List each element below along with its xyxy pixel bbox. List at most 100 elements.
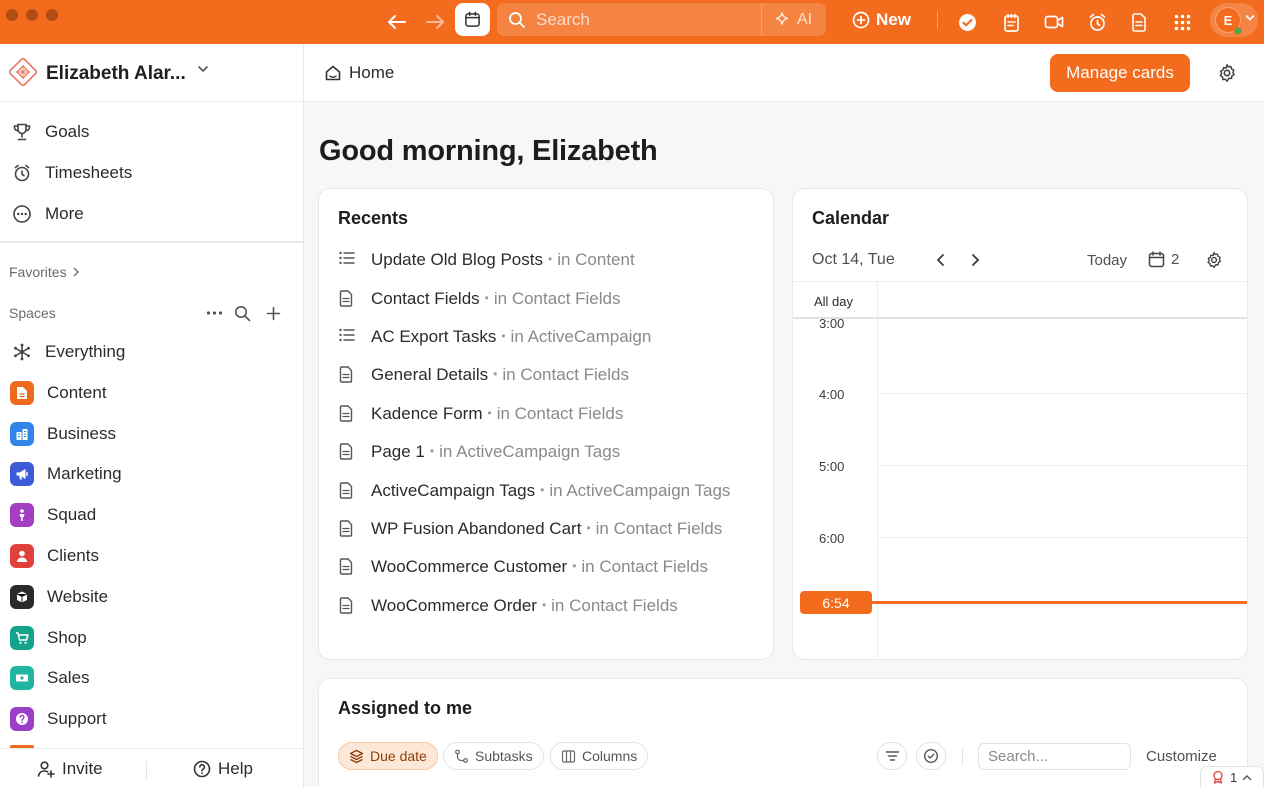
space-item-website[interactable]: Website <box>0 577 303 615</box>
chevron-right-icon[interactable] <box>969 253 981 267</box>
recent-item-text: AC Export Tasks • in ActiveCampaign <box>371 327 651 347</box>
gear-icon[interactable] <box>1205 251 1223 269</box>
back-arrow-icon[interactable] <box>383 8 411 36</box>
gear-icon[interactable] <box>1217 63 1237 83</box>
recent-item[interactable]: WooCommerce Customer • in Contact Fields <box>337 552 757 582</box>
calendar-count-button[interactable]: 2 <box>1148 251 1179 268</box>
time-column-divider <box>877 319 878 659</box>
favorites-label: Favorites <box>9 264 67 280</box>
recent-item[interactable]: Update Old Blog Posts • in Content <box>337 245 757 275</box>
space-label: Clients <box>47 546 99 565</box>
main-header: Home Manage cards <box>304 44 1264 102</box>
more-horizontal-icon[interactable] <box>206 310 223 316</box>
workspace-switcher[interactable]: Elizabeth Alar... <box>0 44 303 102</box>
assigned-search-input[interactable] <box>978 743 1131 770</box>
recent-item-name: Kadence Form <box>371 404 483 423</box>
all-day-row[interactable]: All day <box>793 281 1247 320</box>
new-label: New <box>876 10 911 29</box>
recent-item-text: WooCommerce Order • in Contact Fields <box>371 596 678 616</box>
ai-sparkle-icon <box>775 11 789 25</box>
space-item-content[interactable]: Content <box>0 373 303 411</box>
chip-label: Due date <box>370 748 427 764</box>
time-column-divider <box>877 282 878 320</box>
window-close-button[interactable] <box>6 9 18 21</box>
recent-item[interactable]: WP Fusion Abandoned Cart • in Contact Fiel… <box>337 514 757 544</box>
doc-icon <box>339 366 353 388</box>
recent-item-text: Update Old Blog Posts • in Content <box>371 250 635 270</box>
recent-item-location: in Contact Fields <box>493 289 621 308</box>
calendar-card: Calendar Oct 14, Tue Today 2 All day 3:0… <box>792 188 1248 660</box>
document-icon[interactable] <box>1125 8 1153 36</box>
ai-label: AI <box>797 10 813 28</box>
apps-grid-icon[interactable] <box>1168 8 1196 36</box>
space-item-clients[interactable]: Clients <box>0 536 303 574</box>
recent-item-text: Page 1 • in ActiveCampaign Tags <box>371 442 620 462</box>
calendar-toggle-button[interactable] <box>455 3 490 36</box>
chip-label: Columns <box>582 748 638 764</box>
window-zoom-button[interactable] <box>46 9 58 21</box>
recent-item[interactable]: Kadence Form • in Contact Fields <box>337 399 757 429</box>
calendar-icon <box>465 11 480 27</box>
recent-item[interactable]: Page 1 • in ActiveCampaign Tags <box>337 437 757 467</box>
space-item-business[interactable]: Business <box>0 414 303 452</box>
global-search[interactable]: AI <box>497 3 826 36</box>
space-item-squad[interactable]: Squad <box>0 495 303 533</box>
sidebar-item-more[interactable]: More <box>0 194 303 232</box>
ai-button[interactable]: AI <box>765 3 825 36</box>
columns-chip[interactable]: Columns <box>550 742 649 770</box>
recent-item[interactable]: AC Export Tasks • in ActiveCampaign <box>337 322 757 352</box>
recent-item[interactable]: Contact Fields • in Contact Fields <box>337 284 757 314</box>
hour-gridline <box>878 537 1247 538</box>
separator-dot: • <box>484 291 489 305</box>
video-record-icon[interactable] <box>1040 8 1068 36</box>
new-button[interactable]: New <box>852 6 911 34</box>
invite-button[interactable]: Invite <box>37 759 103 779</box>
recent-item-location: in Contact Fields <box>551 596 678 615</box>
help-icon <box>10 707 34 731</box>
notepad-icon[interactable] <box>997 8 1025 36</box>
forward-arrow-icon[interactable] <box>421 8 449 36</box>
space-item-sales[interactable]: Sales <box>0 658 303 696</box>
search-icon[interactable] <box>234 305 251 322</box>
box-icon <box>10 585 34 609</box>
space-item-marketing[interactable]: Marketing <box>0 454 303 492</box>
sidebar-item-goals[interactable]: Goals <box>0 112 303 150</box>
doc-icon <box>339 520 353 542</box>
notifications-tab[interactable]: 1 <box>1200 766 1264 787</box>
breadcrumb[interactable]: Home <box>324 63 394 83</box>
chevron-left-icon[interactable] <box>935 253 947 267</box>
show-completed-button[interactable] <box>916 742 946 770</box>
help-button[interactable]: Help <box>193 759 253 779</box>
assigned-title: Assigned to me <box>338 698 473 718</box>
doc-icon <box>339 482 353 504</box>
add-user-icon <box>37 761 55 778</box>
recent-item-text: Kadence Form • in Contact Fields <box>371 404 623 424</box>
user-menu-button[interactable]: E <box>1210 3 1258 37</box>
favorites-section-toggle[interactable]: Favorites <box>9 264 80 280</box>
checkmark-circle-icon[interactable] <box>953 8 981 36</box>
timer-icon <box>11 162 33 184</box>
recent-item[interactable]: General Details • in Contact Fields <box>337 360 757 390</box>
recent-item[interactable]: WooCommerce Order • in Contact Fields <box>337 591 757 621</box>
filter-button[interactable] <box>877 742 907 770</box>
space-item-support[interactable]: Support <box>0 699 303 737</box>
space-item-shop[interactable]: Shop <box>0 618 303 656</box>
money-icon <box>10 666 34 690</box>
manage-cards-button[interactable]: Manage cards <box>1050 54 1190 92</box>
space-label: Everything <box>45 342 126 361</box>
current-time-badge: 6:54 <box>800 591 872 614</box>
sidebar-item-timesheets[interactable]: Timesheets <box>0 153 303 191</box>
subtasks-chip[interactable]: Subtasks <box>443 742 544 770</box>
space-item-everything[interactable]: Everything <box>0 332 303 370</box>
alarm-clock-icon[interactable] <box>1083 8 1111 36</box>
toolbar-divider <box>962 748 963 766</box>
search-input[interactable] <box>536 9 736 31</box>
customize-button[interactable]: Customize <box>1146 748 1217 765</box>
window-minimize-button[interactable] <box>26 9 38 21</box>
recent-item[interactable]: ActiveCampaign Tags • in ActiveCampaign Ta… <box>337 476 757 506</box>
calendar-icon <box>1148 251 1165 268</box>
today-button[interactable]: Today <box>1087 252 1127 269</box>
add-space-icon[interactable] <box>266 306 281 321</box>
seal-icon <box>1213 770 1223 784</box>
due-date-chip[interactable]: Due date <box>338 742 438 770</box>
